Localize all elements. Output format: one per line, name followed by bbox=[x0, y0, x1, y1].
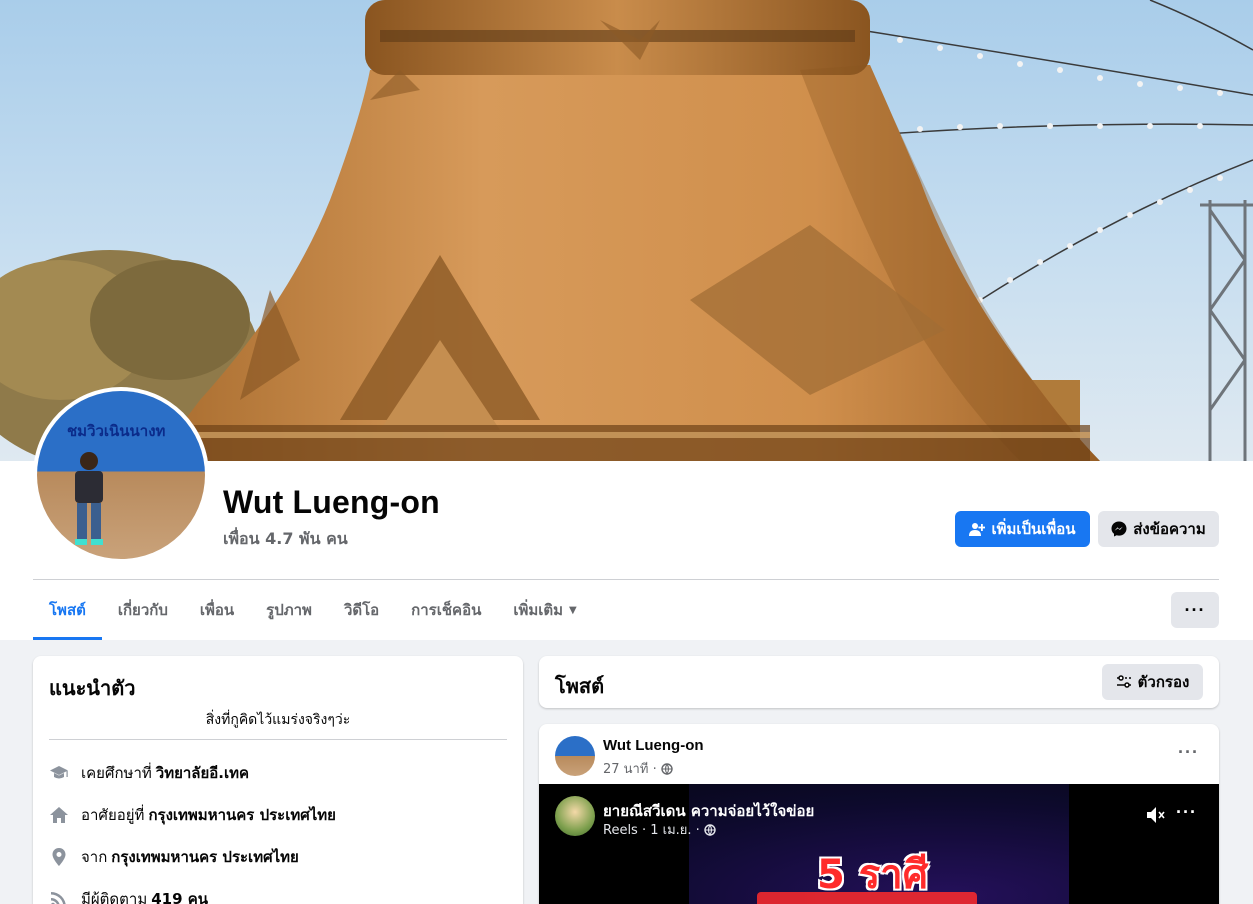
intro-row-education: เคยศึกษาที่ วิทยาลัยอี.เทค bbox=[49, 761, 249, 785]
person-figure bbox=[75, 452, 103, 545]
friends-count[interactable]: เพื่อน 4.7 พัน คน bbox=[223, 527, 348, 552]
profile-name: Wut Lueng-on bbox=[223, 484, 440, 520]
intro-card: แนะนำตัว สิ่งที่กูคิดไว้แมร่งจริงๆว่ะ เค… bbox=[33, 656, 523, 904]
posts-title: โพสต์ bbox=[555, 674, 605, 698]
add-friend-label: เพิ่มเป็นเพื่อน bbox=[991, 520, 1076, 538]
reel-video[interactable]: ยายณีสวีเดน ความจ่อยไว้ใจข่อย Reels · 1 … bbox=[539, 784, 1219, 904]
intro-row-value[interactable]: กรุงเทพมหานคร ประเทศไทย bbox=[111, 845, 299, 869]
intro-row-followers: มีผู้ติดตาม 419 คน bbox=[49, 887, 208, 904]
post-meta: 27 นาที · bbox=[603, 758, 673, 779]
tab-videos[interactable]: วิดีโอ bbox=[328, 580, 395, 640]
intro-row-value[interactable]: วิทยาลัยอี.เทค bbox=[156, 761, 249, 785]
tab-label: วิดีโอ bbox=[343, 601, 380, 619]
messenger-icon bbox=[1111, 521, 1127, 537]
tab-label: การเช็คอิน bbox=[411, 601, 482, 619]
intro-bio: สิ่งที่กูคิดไว้แมร่งจริงๆว่ะ bbox=[205, 712, 351, 728]
tab-label: เพิ่มเติม bbox=[513, 601, 564, 619]
tab-posts[interactable]: โพสต์ bbox=[33, 580, 102, 640]
intro-row-prefix: จาก bbox=[81, 848, 108, 866]
mute-icon[interactable] bbox=[1145, 804, 1167, 826]
filter-button[interactable]: ตัวกรอง bbox=[1102, 664, 1203, 700]
intro-row-prefix: อาศัยอยู่ที่ bbox=[81, 806, 145, 824]
tab-more[interactable]: เพิ่มเติม ▼ bbox=[497, 580, 592, 640]
post-author-avatar[interactable] bbox=[555, 736, 595, 776]
avatar: ชมวิวเนินนางท bbox=[37, 391, 205, 559]
post-author-name[interactable]: Wut Lueng-on bbox=[603, 737, 704, 754]
reel-author-avatar[interactable] bbox=[555, 796, 595, 836]
tab-label: เกี่ยวกับ bbox=[117, 601, 168, 619]
more-options-button[interactable]: ··· bbox=[1171, 592, 1219, 628]
filter-icon bbox=[1116, 675, 1131, 688]
cover-photo[interactable] bbox=[0, 0, 1253, 461]
tab-label: โพสต์ bbox=[49, 601, 86, 619]
reel-options-button[interactable]: ··· bbox=[1176, 802, 1197, 823]
posts-header: โพสต์ ตัวกรอง bbox=[539, 656, 1219, 708]
home-icon bbox=[49, 805, 69, 825]
tab-photos[interactable]: รูปภาพ bbox=[250, 580, 328, 640]
profile-tabs: โพสต์ เกี่ยวกับ เพื่อน รูปภาพ วิดีโอ การ… bbox=[33, 580, 593, 640]
intro-row-lives-in: อาศัยอยู่ที่ กรุงเทพมหานคร ประเทศไทย bbox=[49, 803, 336, 827]
intro-divider bbox=[49, 739, 507, 740]
reel-meta-text: Reels · 1 เม.ย. · bbox=[603, 823, 700, 838]
message-button[interactable]: ส่งข้อความ bbox=[1098, 511, 1219, 547]
post-card: Wut Lueng-on 27 นาที · ··· ยายณีสวีเดน ค… bbox=[539, 724, 1219, 904]
globe-icon bbox=[704, 823, 716, 836]
intro-row-value[interactable]: 419 คน bbox=[151, 887, 208, 904]
intro-row-value[interactable]: กรุงเทพมหานคร ประเทศไทย bbox=[148, 803, 336, 827]
rss-icon bbox=[49, 889, 69, 904]
post-time[interactable]: 27 นาที · bbox=[603, 758, 657, 779]
reel-meta: Reels · 1 เม.ย. · bbox=[603, 819, 716, 840]
intro-title: แนะนำตัว bbox=[49, 676, 136, 700]
location-pin-icon bbox=[49, 847, 69, 867]
globe-icon bbox=[661, 762, 673, 775]
tab-label: เพื่อน bbox=[199, 601, 235, 619]
cover-image bbox=[0, 0, 1253, 461]
intro-row-prefix: เคยศึกษาที่ bbox=[81, 764, 152, 782]
tab-label: รูปภาพ bbox=[266, 601, 312, 619]
add-user-icon bbox=[969, 523, 986, 536]
intro-row-from: จาก กรุงเทพมหานคร ประเทศไทย bbox=[49, 845, 299, 869]
profile-header: ชมวิวเนินนางท Wut Lueng-on เพื่อน 4.7 พั… bbox=[0, 0, 1253, 640]
tab-about[interactable]: เกี่ยวกับ bbox=[102, 580, 184, 640]
profile-picture[interactable]: ชมวิวเนินนางท bbox=[33, 387, 209, 563]
caret-down-icon: ▼ bbox=[569, 604, 577, 616]
filter-label: ตัวกรอง bbox=[1137, 673, 1190, 691]
tab-friends[interactable]: เพื่อน bbox=[184, 580, 250, 640]
avatar-sign-text: ชมวิวเนินนางท bbox=[67, 422, 166, 440]
intro-row-prefix: มีผู้ติดตาม bbox=[81, 890, 148, 904]
graduation-cap-icon bbox=[49, 763, 69, 783]
post-options-button[interactable]: ··· bbox=[1178, 742, 1199, 763]
tab-checkins[interactable]: การเช็คอิน bbox=[395, 580, 497, 640]
message-label: ส่งข้อความ bbox=[1133, 520, 1206, 538]
reel-overlay-banner bbox=[757, 892, 977, 904]
add-friend-button[interactable]: เพิ่มเป็นเพื่อน bbox=[955, 511, 1090, 547]
